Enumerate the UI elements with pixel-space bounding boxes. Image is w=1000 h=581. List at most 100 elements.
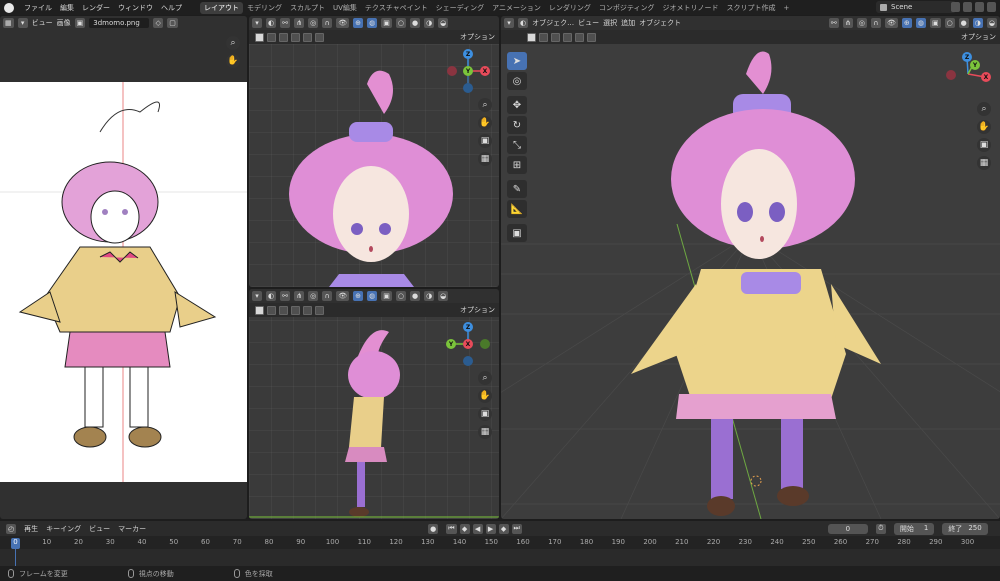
wireframe-shading-icon[interactable]: ○ bbox=[395, 291, 406, 301]
object-mode-icon[interactable]: ◐ bbox=[266, 18, 277, 28]
gizmo-x-axis[interactable]: X bbox=[981, 72, 991, 82]
mode-new-icon[interactable] bbox=[539, 32, 548, 42]
mode-extend-icon[interactable] bbox=[279, 305, 288, 315]
add-cube-tool-icon[interactable]: ▣ bbox=[507, 224, 527, 242]
add-workspace-icon[interactable]: + bbox=[780, 4, 794, 12]
solid-shading-icon[interactable]: ● bbox=[409, 291, 421, 301]
overlay-toggle-icon[interactable]: ◍ bbox=[367, 291, 378, 301]
next-keyframe-icon[interactable]: ◆ bbox=[498, 523, 509, 534]
jump-end-icon[interactable]: ⏭ bbox=[511, 523, 522, 534]
mode-subtract-icon[interactable] bbox=[291, 305, 300, 315]
visibility-icon[interactable]: 👁 bbox=[336, 291, 350, 301]
editor-type-icon[interactable]: ▾ bbox=[252, 291, 262, 301]
view-mode-icon[interactable]: ▾ bbox=[17, 18, 28, 28]
tab-rendering[interactable]: レンダリング bbox=[545, 2, 595, 14]
image-browse-icon[interactable]: ▣ bbox=[74, 18, 86, 28]
xray-icon[interactable]: ▣ bbox=[929, 18, 941, 28]
end-frame-field[interactable]: 終了 250 bbox=[942, 522, 988, 535]
tab-layout[interactable]: レイアウト bbox=[200, 1, 243, 14]
tab-shading[interactable]: シェーディング bbox=[432, 2, 489, 14]
zoom-icon[interactable]: ⌕ bbox=[478, 371, 492, 385]
mode-invert-icon[interactable] bbox=[575, 32, 584, 42]
gizmo-neg-x-axis[interactable] bbox=[447, 66, 457, 76]
solid-shading-icon[interactable]: ● bbox=[958, 18, 969, 28]
delete-scene-icon[interactable] bbox=[963, 2, 972, 12]
gizmo-neg-z-axis[interactable] bbox=[463, 356, 473, 366]
scale-tool-icon[interactable]: ⤡ bbox=[507, 136, 527, 154]
select-mode-icon[interactable] bbox=[255, 305, 264, 315]
playhead[interactable]: 0 bbox=[11, 538, 20, 549]
frame-ruler[interactable]: 0 10 20 30 40 50 60 70 80 90 100 110 120 130 140 150 160… bbox=[0, 538, 1000, 549]
render-shading-icon[interactable]: ◒ bbox=[986, 18, 997, 28]
front-viewport[interactable]: Z X Y ⌕ ✋ ▣ ▦ bbox=[249, 44, 499, 287]
zoom-icon[interactable]: ⌕ bbox=[226, 36, 240, 50]
tab-compositing[interactable]: コンポジティング bbox=[595, 2, 659, 14]
object-menu[interactable]: オブジェクト bbox=[639, 18, 681, 28]
cursor-tool-icon[interactable]: ◎ bbox=[507, 72, 527, 90]
snap-icon[interactable]: ⋔ bbox=[294, 18, 305, 28]
mode-dropdown[interactable]: オブジェク… bbox=[532, 18, 574, 28]
gizmo-z-axis[interactable]: Z bbox=[463, 322, 473, 332]
tab-scripting[interactable]: スクリプト作成 bbox=[723, 2, 780, 14]
keying-menu[interactable]: キーイング bbox=[46, 524, 81, 534]
render-shading-icon[interactable]: ◒ bbox=[438, 291, 449, 301]
navigation-gizmo[interactable]: Z X Y bbox=[443, 46, 493, 96]
transform-pivot-icon[interactable]: ⚯ bbox=[280, 18, 291, 28]
hand-pan-icon[interactable]: ✋ bbox=[478, 389, 492, 403]
menu-edit[interactable]: 編集 bbox=[56, 3, 78, 13]
marker-menu[interactable]: マーカー bbox=[118, 524, 146, 534]
gizmo-x-axis[interactable]: X bbox=[463, 339, 473, 349]
perspective-grid-icon[interactable]: ▦ bbox=[478, 425, 492, 439]
hand-pan-icon[interactable]: ✋ bbox=[226, 54, 240, 68]
mode-new-icon[interactable] bbox=[267, 32, 276, 42]
gizmo-neg-z-axis[interactable] bbox=[463, 83, 473, 93]
mode-extend-icon[interactable] bbox=[551, 32, 560, 42]
record-icon[interactable]: ● bbox=[428, 523, 439, 534]
play-reverse-icon[interactable]: ◀ bbox=[472, 523, 483, 534]
mode-intersect-icon[interactable] bbox=[587, 32, 596, 42]
main-viewport[interactable]: Z X Y ⌕ ✋ ▣ ▦ bbox=[501, 44, 1000, 519]
select-tool-icon[interactable]: ➤ bbox=[507, 52, 527, 70]
prev-keyframe-icon[interactable]: ◆ bbox=[459, 523, 470, 534]
mode-subtract-icon[interactable] bbox=[563, 32, 572, 42]
select-mode-icon[interactable] bbox=[255, 32, 264, 42]
menu-file[interactable]: ファイル bbox=[20, 3, 56, 13]
mode-subtract-icon[interactable] bbox=[291, 32, 300, 42]
mode-invert-icon[interactable] bbox=[303, 32, 312, 42]
camera-icon[interactable]: ▣ bbox=[977, 138, 991, 152]
measure-tool-icon[interactable]: 📐 bbox=[507, 200, 527, 218]
overlay-toggle-icon[interactable]: ◍ bbox=[915, 18, 926, 28]
gizmo-toggle-icon[interactable]: ⊕ bbox=[353, 18, 364, 28]
new-image-icon[interactable]: ▢ bbox=[167, 18, 178, 28]
scene-selector[interactable]: Scene bbox=[876, 1, 956, 13]
timeline-track[interactable] bbox=[0, 549, 1000, 567]
mode-intersect-icon[interactable] bbox=[315, 305, 324, 315]
options-dropdown[interactable]: オプション bbox=[961, 32, 996, 42]
editor-type-icon[interactable]: ▦ bbox=[3, 18, 14, 28]
mode-extend-icon[interactable] bbox=[279, 32, 288, 42]
tab-modeling[interactable]: モデリング bbox=[243, 2, 286, 14]
mode-intersect-icon[interactable] bbox=[315, 32, 324, 42]
visibility-icon[interactable]: 👁 bbox=[884, 18, 898, 28]
tab-geometry-nodes[interactable]: ジオメトリノード bbox=[659, 2, 723, 14]
gizmo-toggle-icon[interactable]: ⊕ bbox=[353, 291, 364, 301]
gizmo-z-axis[interactable]: Z bbox=[463, 49, 473, 59]
side-viewport[interactable]: Z Y X ⌕ ✋ ▣ ▦ bbox=[249, 317, 499, 519]
tab-uv-editing[interactable]: UV編集 bbox=[329, 2, 361, 14]
render-shading-icon[interactable]: ◒ bbox=[438, 18, 449, 28]
wireframe-shading-icon[interactable]: ○ bbox=[944, 18, 955, 28]
gizmo-y-axis[interactable]: Y bbox=[970, 60, 980, 70]
select-menu[interactable]: 選択 bbox=[603, 18, 617, 28]
camera-icon[interactable]: ▣ bbox=[478, 134, 492, 148]
falloff-icon[interactable]: ∩ bbox=[322, 18, 333, 28]
visibility-icon[interactable]: 👁 bbox=[336, 18, 350, 28]
gizmo-toggle-icon[interactable]: ⊕ bbox=[901, 18, 912, 28]
options-dropdown[interactable]: オプション bbox=[460, 32, 495, 42]
navigation-gizmo[interactable]: Z X Y bbox=[943, 49, 993, 99]
proportional-edit-icon[interactable]: ◎ bbox=[308, 291, 319, 301]
start-frame-field[interactable]: 開始 1 bbox=[893, 522, 935, 535]
fake-user-icon[interactable]: ◇ bbox=[153, 18, 164, 28]
add-menu[interactable]: 追加 bbox=[621, 18, 635, 28]
hand-pan-icon[interactable]: ✋ bbox=[977, 120, 991, 134]
tab-sculpt[interactable]: スカルプト bbox=[286, 2, 329, 14]
